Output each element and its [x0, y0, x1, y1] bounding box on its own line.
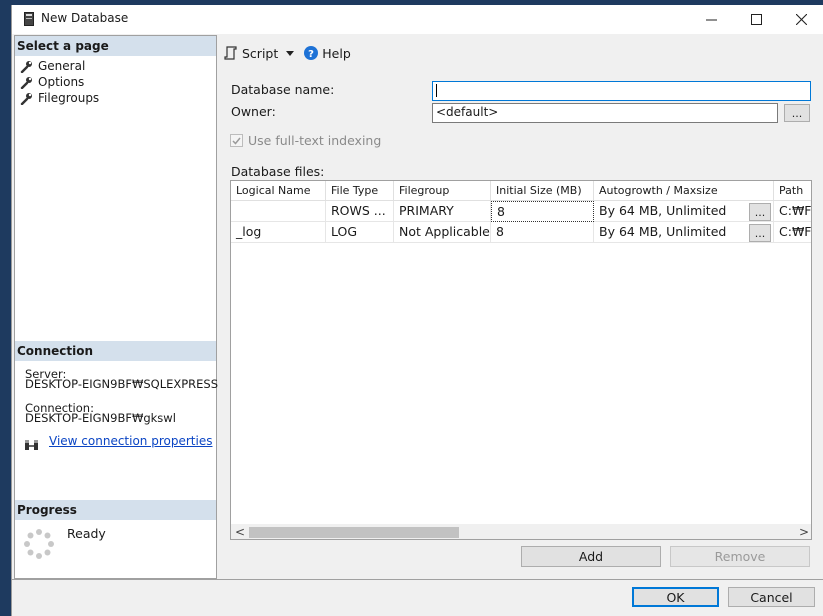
checkmark-icon — [232, 137, 241, 145]
server-value: DESKTOP-EIGN9BF₩SQLEXPRESS — [25, 379, 218, 390]
owner-label: Owner: — [231, 104, 276, 119]
database-files-grid: Logical Name File Type Filegroup Initial… — [230, 180, 812, 540]
cancel-button[interactable]: Cancel — [728, 587, 815, 607]
ok-button[interactable]: OK — [632, 587, 719, 607]
page-item-options[interactable]: Options — [20, 74, 84, 90]
wrench-icon — [20, 92, 32, 105]
filegroup-cell[interactable]: Not Applicable — [394, 222, 491, 243]
path-cell[interactable]: C:₩F — [774, 222, 811, 243]
autogrowth-cell[interactable]: By 64 MB, Unlimited — [594, 201, 774, 222]
minimize-icon — [705, 19, 717, 21]
left-panel: Select a page General Options Filegroups… — [14, 35, 218, 579]
toolbar: Script ? Help — [224, 43, 351, 63]
database-name-input[interactable] — [432, 81, 811, 101]
owner-input[interactable]: <default> — [432, 103, 778, 123]
help-label: Help — [322, 45, 351, 61]
script-button[interactable]: Script — [224, 45, 295, 61]
connection-properties-icon — [24, 439, 40, 454]
connection-header: Connection — [15, 341, 216, 361]
path-cell[interactable]: C:₩F — [774, 201, 811, 222]
connection-value: DESKTOP-EIGN9BF₩gkswl — [25, 411, 176, 425]
maximize-icon — [750, 14, 762, 25]
close-button[interactable] — [778, 5, 823, 34]
script-icon — [224, 46, 237, 60]
fulltext-checkbox-row[interactable]: Use full-text indexing — [230, 133, 381, 148]
progress-status: Ready — [67, 526, 106, 541]
page-item-label: Filegroups — [38, 91, 100, 105]
page-item-label: Options — [38, 75, 85, 89]
page-item-label: General — [38, 59, 86, 73]
minimize-button[interactable] — [688, 5, 734, 34]
fulltext-label: Use full-text indexing — [248, 133, 382, 148]
column-header[interactable]: Path — [774, 181, 811, 201]
database-icon — [24, 12, 34, 26]
logical-name-cell[interactable] — [231, 201, 326, 222]
owner-browse-button[interactable]: ... — [784, 104, 810, 122]
progress-spinner-icon — [23, 528, 55, 563]
title-bar: New Database — [12, 5, 823, 34]
autogrowth-edit-button[interactable]: ... — [749, 203, 771, 221]
database-files-label: Database files: — [231, 164, 325, 179]
column-header[interactable]: File Type — [326, 181, 394, 201]
view-connection-properties-link[interactable]: View connection properties — [49, 434, 212, 448]
select-page-header: Select a page — [15, 36, 216, 56]
scroll-left-button[interactable]: < — [235, 525, 245, 539]
table-row: ROWS ... PRIMARY 8 By 64 MB, Unlimited .… — [231, 201, 811, 222]
column-header[interactable]: Filegroup — [394, 181, 491, 201]
file-type-cell[interactable]: ROWS ... — [326, 201, 394, 222]
progress-header: Progress — [15, 500, 216, 520]
window-title: New Database — [41, 11, 129, 25]
close-icon — [795, 14, 807, 25]
wrench-icon — [20, 76, 32, 89]
column-header[interactable]: Initial Size (MB) — [491, 181, 594, 201]
file-type-cell[interactable]: LOG — [326, 222, 394, 243]
script-label: Script — [242, 45, 279, 61]
dialog-separator — [12, 579, 823, 580]
text-cursor — [436, 84, 437, 97]
help-icon: ? — [304, 46, 319, 60]
wrench-icon — [20, 60, 32, 73]
logical-name-cell[interactable]: _log — [231, 222, 326, 243]
column-header[interactable]: Logical Name — [231, 181, 326, 201]
initial-size-cell[interactable]: 8 — [491, 201, 594, 222]
add-button[interactable]: Add — [521, 546, 661, 567]
page-item-filegroups[interactable]: Filegroups — [20, 90, 99, 106]
initial-size-cell[interactable]: 8 — [491, 222, 594, 243]
filegroup-cell[interactable]: PRIMARY — [394, 201, 491, 222]
database-name-label: Database name: — [231, 82, 335, 97]
autogrowth-edit-button[interactable]: ... — [749, 224, 771, 242]
column-header[interactable]: Autogrowth / Maxsize — [594, 181, 774, 201]
page-item-general[interactable]: General — [20, 58, 85, 74]
maximize-button[interactable] — [733, 5, 779, 34]
scroll-right-button[interactable]: > — [799, 525, 809, 539]
horizontal-scrollbar[interactable]: < > — [231, 524, 811, 539]
table-row: _log LOG Not Applicable 8 By 64 MB, Unli… — [231, 222, 811, 243]
svg-text:?: ? — [308, 49, 314, 60]
help-button[interactable]: ? Help — [304, 46, 351, 61]
scrollbar-thumb[interactable] — [249, 527, 459, 538]
new-database-dialog: New Database Select a page General Optio… — [11, 5, 823, 616]
remove-button[interactable]: Remove — [670, 546, 810, 567]
fulltext-checkbox[interactable] — [230, 134, 243, 147]
autogrowth-cell[interactable]: By 64 MB, Unlimited — [594, 222, 774, 243]
dropdown-arrow-icon — [286, 50, 295, 56]
